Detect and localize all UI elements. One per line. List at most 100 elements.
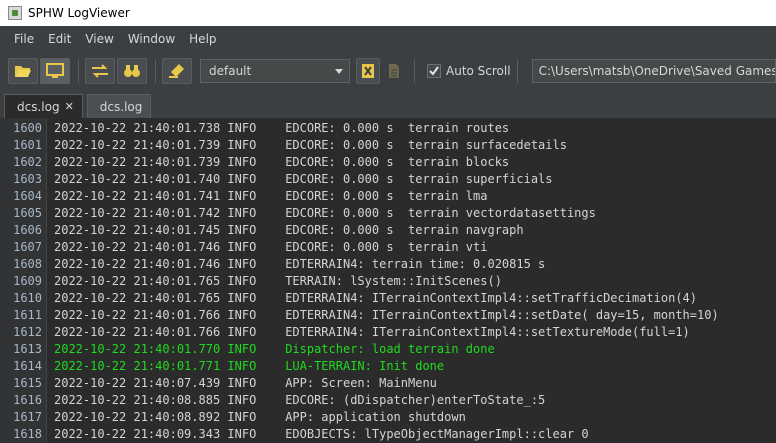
find-button[interactable] bbox=[117, 58, 147, 84]
log-text: 2022-10-22 21:40:01.739 INFO EDCORE: 0.0… bbox=[54, 138, 567, 152]
log-text: 2022-10-22 21:40:01.740 INFO EDCORE: 0.0… bbox=[54, 172, 553, 186]
document-icon bbox=[389, 64, 399, 78]
highlight-button[interactable] bbox=[162, 58, 192, 84]
log-text: 2022-10-22 21:40:08.885 INFO EDCORE: (dD… bbox=[54, 393, 546, 407]
log-text: 2022-10-22 21:40:01.770 INFO Dispatcher:… bbox=[54, 342, 495, 356]
tab-label: dcs.log bbox=[17, 99, 60, 114]
line-number: 1605 bbox=[13, 206, 42, 220]
log-line[interactable]: 1612 2022-10-22 21:40:01.766 INFO EDTERRA… bbox=[0, 324, 776, 341]
log-line[interactable]: 1614 2022-10-22 21:40:01.771 INFO LUA-TER… bbox=[0, 358, 776, 375]
line-number: 1610 bbox=[13, 291, 42, 305]
log-line[interactable]: 1603 2022-10-22 21:40:01.740 INFO EDCORE:… bbox=[0, 171, 776, 188]
line-number: 1613 bbox=[13, 342, 42, 356]
log-text: 2022-10-22 21:40:01.765 INFO TERRAIN: lS… bbox=[54, 274, 502, 288]
log-text: 2022-10-22 21:40:01.765 INFO EDTERRAIN4:… bbox=[54, 291, 697, 305]
line-number: 1617 bbox=[13, 410, 42, 424]
toolbar-separator bbox=[516, 59, 518, 83]
close-icon[interactable]: ✕ bbox=[65, 100, 74, 113]
menu-view[interactable]: View bbox=[78, 26, 120, 52]
log-line[interactable]: 1605 2022-10-22 21:40:01.742 INFO EDCORE:… bbox=[0, 205, 776, 222]
file-path-field[interactable]: C:\Users\matsb\OneDrive\Saved Games\DCS bbox=[531, 59, 776, 83]
filter-dropdown-value: default bbox=[209, 64, 252, 78]
log-line[interactable]: 1606 2022-10-22 21:40:01.745 INFO EDCORE:… bbox=[0, 222, 776, 239]
log-line[interactable]: 1600 2022-10-22 21:40:01.738 INFO EDCORE:… bbox=[0, 120, 776, 137]
log-line[interactable]: 1602 2022-10-22 21:40:01.739 INFO EDCORE:… bbox=[0, 154, 776, 171]
line-number: 1612 bbox=[13, 325, 42, 339]
log-line[interactable]: 1607 2022-10-22 21:40:01.746 INFO EDCORE:… bbox=[0, 239, 776, 256]
excel-icon bbox=[362, 64, 374, 78]
monitor-button[interactable] bbox=[40, 58, 70, 84]
toolbar-separator bbox=[155, 59, 156, 83]
toolbar: default Auto Scroll C:\Users\matsb\OneDr… bbox=[0, 52, 776, 90]
log-lines: 1600 2022-10-22 21:40:01.738 INFO EDCORE:… bbox=[0, 120, 776, 443]
log-text: 2022-10-22 21:40:09.343 INFO EDOBJECTS: … bbox=[54, 427, 589, 441]
log-line[interactable]: 1601 2022-10-22 21:40:01.739 INFO EDCORE:… bbox=[0, 137, 776, 154]
line-number: 1615 bbox=[13, 376, 42, 390]
log-text: 2022-10-22 21:40:01.738 INFO EDCORE: 0.0… bbox=[54, 121, 510, 135]
tab-dcs-log[interactable]: dcs.log bbox=[86, 94, 152, 118]
monitor-icon bbox=[46, 63, 64, 78]
log-text: 2022-10-22 21:40:07.439 INFO APP: Screen… bbox=[54, 376, 437, 390]
tab-bar: dcs.log ✕ dcs.log bbox=[0, 90, 776, 118]
line-number: 1602 bbox=[13, 155, 42, 169]
tab-label: dcs.log bbox=[99, 99, 143, 114]
toolbar-separator bbox=[414, 59, 415, 83]
log-text: 2022-10-22 21:40:01.746 INFO EDTERRAIN4:… bbox=[54, 257, 546, 271]
app-icon bbox=[8, 6, 22, 20]
menu-window[interactable]: Window bbox=[121, 26, 182, 52]
line-number: 1618 bbox=[13, 427, 42, 441]
menu-bar: File Edit View Window Help bbox=[0, 26, 776, 52]
log-view[interactable]: 1600 2022-10-22 21:40:01.738 INFO EDCORE:… bbox=[0, 118, 776, 443]
toolbar-separator bbox=[78, 59, 79, 83]
log-line[interactable]: 1618 2022-10-22 21:40:09.343 INFO EDOBJEC… bbox=[0, 426, 776, 443]
excel-export-button[interactable] bbox=[356, 58, 380, 84]
auto-scroll-checkbox[interactable] bbox=[427, 64, 441, 78]
log-text: 2022-10-22 21:40:01.766 INFO EDTERRAIN4:… bbox=[54, 325, 690, 339]
log-line[interactable]: 1615 2022-10-22 21:40:07.439 INFO APP: Sc… bbox=[0, 375, 776, 392]
line-number: 1601 bbox=[13, 138, 42, 152]
chevron-down-icon bbox=[335, 68, 343, 74]
tab-dcs-log-active[interactable]: dcs.log ✕ bbox=[4, 94, 83, 118]
menu-edit[interactable]: Edit bbox=[41, 26, 78, 52]
log-text: 2022-10-22 21:40:01.739 INFO EDCORE: 0.0… bbox=[54, 155, 510, 169]
log-text: 2022-10-22 21:40:01.745 INFO EDCORE: 0.0… bbox=[54, 223, 524, 237]
title-bar: SPHW LogViewer bbox=[0, 0, 776, 26]
swap-arrows-icon bbox=[92, 64, 108, 78]
document-button[interactable] bbox=[382, 58, 406, 84]
log-text: 2022-10-22 21:40:01.771 INFO LUA-TERRAIN… bbox=[54, 359, 445, 373]
line-number: 1616 bbox=[13, 393, 42, 407]
binoculars-icon bbox=[124, 65, 140, 77]
open-folder-button[interactable] bbox=[8, 58, 38, 84]
log-text: 2022-10-22 21:40:01.741 INFO EDCORE: 0.0… bbox=[54, 189, 488, 203]
log-line[interactable]: 1610 2022-10-22 21:40:01.765 INFO EDTERRA… bbox=[0, 290, 776, 307]
log-text: 2022-10-22 21:40:01.746 INFO EDCORE: 0.0… bbox=[54, 240, 488, 254]
line-number: 1607 bbox=[13, 240, 42, 254]
line-number: 1608 bbox=[13, 257, 42, 271]
log-text: 2022-10-22 21:40:01.742 INFO EDCORE: 0.0… bbox=[54, 206, 596, 220]
menu-help[interactable]: Help bbox=[182, 26, 223, 52]
line-number: 1603 bbox=[13, 172, 42, 186]
log-text: 2022-10-22 21:40:08.892 INFO APP: applic… bbox=[54, 410, 466, 424]
swap-button[interactable] bbox=[85, 58, 115, 84]
log-line[interactable]: 1609 2022-10-22 21:40:01.765 INFO TERRAIN… bbox=[0, 273, 776, 290]
log-line[interactable]: 1604 2022-10-22 21:40:01.741 INFO EDCORE:… bbox=[0, 188, 776, 205]
log-line[interactable]: 1617 2022-10-22 21:40:08.892 INFO APP: ap… bbox=[0, 409, 776, 426]
log-line[interactable]: 1611 2022-10-22 21:40:01.766 INFO EDTERRA… bbox=[0, 307, 776, 324]
filter-dropdown[interactable]: default bbox=[200, 59, 350, 83]
log-line[interactable]: 1613 2022-10-22 21:40:01.770 INFO Dispatc… bbox=[0, 341, 776, 358]
auto-scroll-label[interactable]: Auto Scroll bbox=[446, 64, 511, 78]
log-text: 2022-10-22 21:40:01.766 INFO EDTERRAIN4:… bbox=[54, 308, 719, 322]
folder-open-icon bbox=[15, 66, 31, 77]
highlighter-icon bbox=[169, 64, 184, 78]
menu-file[interactable]: File bbox=[0, 26, 41, 52]
line-number: 1611 bbox=[13, 308, 42, 322]
window-title: SPHW LogViewer bbox=[28, 6, 130, 20]
line-number: 1600 bbox=[13, 121, 42, 135]
line-number: 1609 bbox=[13, 274, 42, 288]
line-number: 1606 bbox=[13, 223, 42, 237]
line-number: 1614 bbox=[13, 359, 42, 373]
log-line[interactable]: 1608 2022-10-22 21:40:01.746 INFO EDTERRA… bbox=[0, 256, 776, 273]
log-line[interactable]: 1616 2022-10-22 21:40:08.885 INFO EDCORE:… bbox=[0, 392, 776, 409]
line-number: 1604 bbox=[13, 189, 42, 203]
check-icon bbox=[429, 66, 439, 76]
